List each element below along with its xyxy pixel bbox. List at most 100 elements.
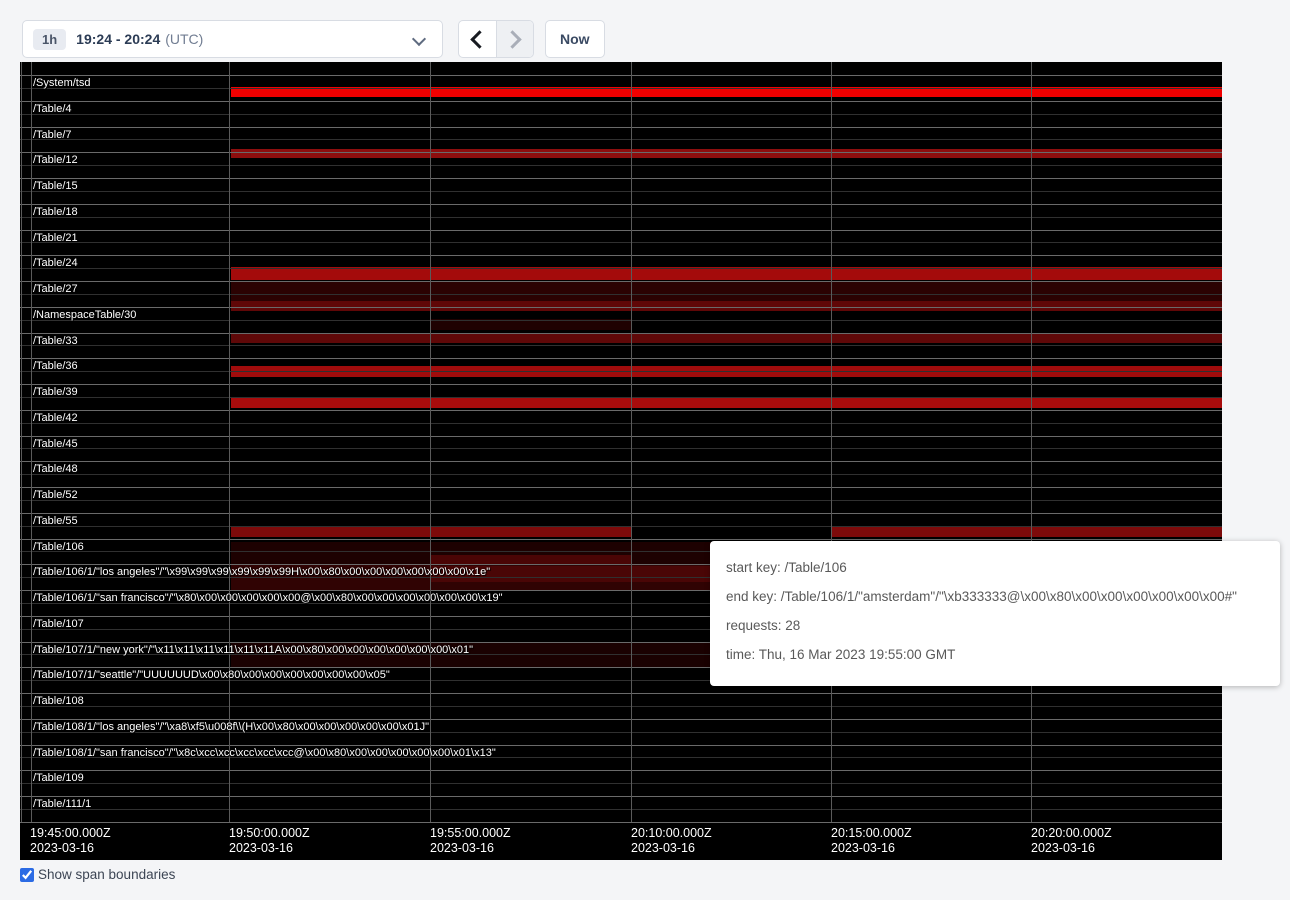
heatmap-band[interactable] <box>631 149 831 158</box>
tooltip-end-key: end key: /Table/106/1/"amsterdam"/"\xb33… <box>726 589 1264 604</box>
row-label: /Table/42 <box>33 412 78 424</box>
row-label: /Table/55 <box>33 515 78 527</box>
row-label: /Table/106 <box>33 541 84 553</box>
row-label: /Table/18 <box>33 206 78 218</box>
row-label: /System/tsd <box>33 77 90 89</box>
heatmap-band[interactable] <box>1031 149 1222 158</box>
span-sub-boundary-line <box>20 268 1222 269</box>
time-gridline <box>631 62 632 822</box>
heatmap-band[interactable] <box>231 333 430 343</box>
time-range-timezone: (UTC) <box>165 31 203 47</box>
heatmap-band[interactable] <box>430 555 631 565</box>
show-span-boundaries-label[interactable]: Show span boundaries <box>38 867 175 882</box>
row-label: /Table/108/1/"los angeles"/"\xa8\xf5\u00… <box>33 721 429 733</box>
span-sub-boundary-line <box>20 114 1222 115</box>
axis-tick-label: 19:55:00.000Z 2023-03-16 <box>430 826 511 856</box>
heatmap-band[interactable] <box>430 397 631 408</box>
heatmap-band[interactable] <box>1031 397 1222 408</box>
heatmap-band[interactable] <box>631 267 831 280</box>
heatmap-band[interactable] <box>231 149 430 158</box>
row-label: /Table/111/1 <box>33 798 91 810</box>
heatmap-band[interactable] <box>430 267 631 280</box>
span-boundary-line <box>20 255 1222 256</box>
span-boundary-line <box>20 204 1222 205</box>
heatmap-band[interactable] <box>231 397 430 408</box>
heatmap-band[interactable] <box>831 526 1031 537</box>
heatmap-band[interactable] <box>831 397 1031 408</box>
heatmap-band[interactable] <box>831 333 1031 343</box>
tooltip-start-key: start key: /Table/106 <box>726 560 1264 575</box>
row-label: /Table/48 <box>33 463 78 475</box>
span-boundary-line <box>20 333 1222 334</box>
span-sub-boundary-line <box>20 139 1222 140</box>
axis-tick-label: 20:20:00.000Z 2023-03-16 <box>1031 826 1112 856</box>
heatmap-band[interactable] <box>631 397 831 408</box>
heatmap-band[interactable] <box>430 333 631 343</box>
heatmap-band[interactable] <box>231 267 430 280</box>
span-sub-boundary-line <box>20 217 1222 218</box>
span-boundary-line <box>20 436 1222 437</box>
chevron-left-icon <box>470 30 488 48</box>
span-boundary-line <box>20 101 1222 102</box>
axis-tick-label: 20:15:00.000Z 2023-03-16 <box>831 826 912 856</box>
time-gridline <box>229 62 230 822</box>
heatmap-band[interactable] <box>631 333 831 343</box>
heatmap-band[interactable] <box>231 526 430 537</box>
time-nav-group <box>458 20 534 58</box>
key-visualizer-heatmap[interactable]: /System/tsd/Table/4/Table/7/Table/12/Tab… <box>20 62 1222 860</box>
axis-tick-label: 19:50:00.000Z 2023-03-16 <box>229 826 310 856</box>
axis-tick-label: 20:10:00.000Z 2023-03-16 <box>631 826 712 856</box>
row-label: /Table/12 <box>33 154 78 166</box>
row-label: /Table/45 <box>33 438 78 450</box>
row-label: /Table/109 <box>33 772 84 784</box>
heatmap-band[interactable] <box>831 149 1031 158</box>
show-span-boundaries-checkbox[interactable] <box>20 868 34 882</box>
span-boundary-line <box>20 178 1222 179</box>
row-label: /Table/108/1/"san francisco"/"\x8c\xcc\x… <box>33 747 496 759</box>
span-boundary-line <box>20 152 1222 153</box>
row-label: /Table/107/1/"seattle"/"UUUUUUD\x00\x80\… <box>33 669 390 681</box>
span-sub-boundary-line <box>20 371 1222 372</box>
row-label: /Table/4 <box>33 103 72 115</box>
row-label: /Table/36 <box>33 360 78 372</box>
heatmap-band[interactable] <box>430 149 631 158</box>
heatmap-band[interactable] <box>1031 526 1222 537</box>
row-label: /Table/107/1/"new york"/"\x11\x11\x11\x1… <box>33 644 473 656</box>
span-boundary-line <box>20 487 1222 488</box>
span-boundary-line <box>20 75 1222 76</box>
heatmap-tooltip: start key: /Table/106 end key: /Table/10… <box>710 541 1280 686</box>
next-time-button[interactable] <box>497 21 534 57</box>
span-sub-boundary-line <box>20 242 1222 243</box>
heatmap-band[interactable] <box>231 542 430 565</box>
row-label: /Table/106/1/"san francisco"/"\x80\x00\x… <box>33 592 503 604</box>
time-range-label: 19:24 - 20:24 <box>76 31 160 47</box>
span-sub-boundary-line <box>20 500 1222 501</box>
heatmap-band[interactable] <box>1031 333 1222 343</box>
heatmap-band[interactable] <box>831 267 1031 280</box>
row-label: /Table/33 <box>33 335 78 347</box>
time-gridline <box>430 62 431 822</box>
span-sub-boundary-line <box>20 474 1222 475</box>
row-label: /Table/21 <box>33 232 78 244</box>
now-button[interactable]: Now <box>545 20 605 58</box>
time-range-selector[interactable]: 1h 19:24 - 20:24 (UTC) <box>22 20 443 58</box>
span-sub-boundary-line <box>20 526 1222 527</box>
span-boundary-line <box>20 539 1222 540</box>
row-label: /Table/106/1/"los angeles"/"\x99\x99\x99… <box>33 566 490 578</box>
span-sub-boundary-line <box>20 191 1222 192</box>
row-label: /NamespaceTable/30 <box>33 309 136 321</box>
span-boundary-line <box>20 410 1222 411</box>
row-label: /Table/7 <box>33 129 72 141</box>
time-gridline <box>831 62 832 822</box>
span-boundary-line <box>20 822 1222 823</box>
heatmap-band[interactable] <box>430 526 631 537</box>
span-boundary-line <box>20 770 1222 771</box>
prev-time-button[interactable] <box>459 21 497 57</box>
row-label: /Table/107 <box>33 618 84 630</box>
span-boundary-line <box>20 281 1222 282</box>
span-sub-boundary-line <box>20 345 1222 346</box>
span-boundary-line <box>20 230 1222 231</box>
axis-tick-label: 19:45:00.000Z 2023-03-16 <box>30 826 111 856</box>
span-sub-boundary-line <box>20 320 1222 321</box>
heatmap-band[interactable] <box>1031 267 1222 280</box>
